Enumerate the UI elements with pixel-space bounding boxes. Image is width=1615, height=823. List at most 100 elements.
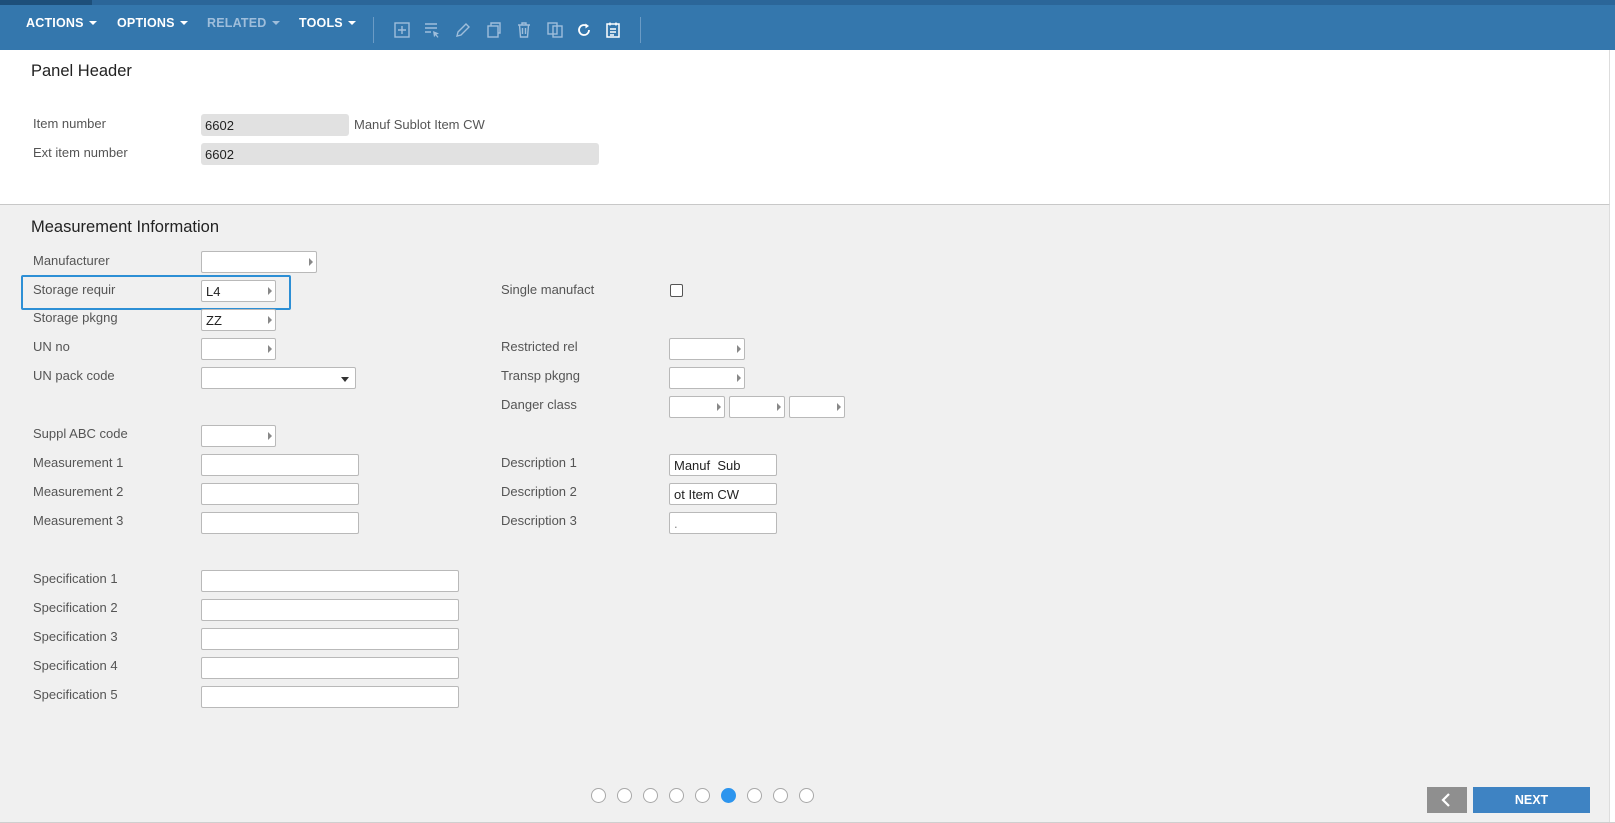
transp-pkgng-field[interactable] (669, 367, 745, 389)
description-3-label: Description 3 (501, 513, 577, 528)
related-menu[interactable]: RELATED (207, 16, 280, 36)
storage-requir-field[interactable]: L4 (201, 280, 276, 302)
description-2-label: Description 2 (501, 484, 577, 499)
chevron-right-icon[interactable] (737, 374, 741, 382)
active-tab-indicator[interactable] (0, 0, 92, 5)
chevron-down-icon[interactable] (341, 377, 349, 382)
manufacturer-field[interactable] (201, 251, 317, 273)
specification-3-label: Specification 3 (33, 629, 118, 644)
tools-menu[interactable]: TOOLS (299, 16, 356, 36)
pager-dot[interactable] (617, 788, 632, 803)
suppl-abc-code-label: Suppl ABC code (33, 426, 128, 441)
previous-button[interactable] (1427, 787, 1467, 813)
tab-strip (0, 0, 1615, 5)
specification-5-field[interactable] (201, 686, 459, 708)
pager-dot[interactable] (747, 788, 762, 803)
chevron-right-icon[interactable] (737, 345, 741, 353)
chevron-right-icon[interactable] (268, 345, 272, 353)
page: ACTIONS OPTIONS RELATED TOOLS Panel Head… (0, 0, 1615, 823)
item-number-description: Manuf Sublot Item CW (354, 117, 485, 132)
pager-dot[interactable] (669, 788, 684, 803)
single-manufact-checkbox[interactable] (670, 284, 683, 297)
ext-item-number-label: Ext item number (33, 145, 128, 160)
chevron-right-icon[interactable] (309, 258, 313, 266)
pager-dot[interactable] (773, 788, 788, 803)
pager-dot[interactable] (643, 788, 658, 803)
specification-1-field[interactable] (201, 570, 459, 592)
measurement-title: Measurement Information (31, 218, 220, 236)
manufacturer-label: Manufacturer (33, 253, 110, 268)
select-icon[interactable] (423, 21, 441, 39)
un-no-label: UN no (33, 339, 70, 354)
specification-4-label: Specification 4 (33, 658, 118, 673)
restricted-rel-field[interactable] (669, 338, 745, 360)
edit-icon[interactable] (454, 21, 472, 39)
chevron-left-icon (1441, 793, 1450, 807)
pager-dot[interactable] (799, 788, 814, 803)
chevron-right-icon[interactable] (837, 403, 841, 411)
caret-down-icon (347, 21, 356, 25)
measurement-3-field[interactable] (201, 512, 359, 534)
measurement-1-label: Measurement 1 (33, 455, 124, 470)
measurement-panel: Measurement Information Manufacturer Sto… (0, 205, 1610, 823)
restricted-rel-label: Restricted rel (501, 339, 578, 354)
storage-pkgng-label: Storage pkgng (33, 310, 118, 325)
description-1-label: Description 1 (501, 455, 577, 470)
chevron-right-icon[interactable] (268, 432, 272, 440)
tools-menu-label: TOOLS (299, 16, 343, 30)
storage-requir-value: L4 (206, 284, 221, 299)
measurement-3-label: Measurement 3 (33, 513, 124, 528)
actions-menu[interactable]: ACTIONS (26, 16, 97, 36)
specification-3-field[interactable] (201, 628, 459, 650)
description-1-field[interactable]: Manuf Sub (669, 454, 777, 476)
danger-class-field-2[interactable] (729, 396, 785, 418)
pager-dot[interactable] (721, 788, 736, 803)
item-number-field[interactable]: 6602 (201, 114, 349, 136)
suppl-abc-code-field[interactable] (201, 425, 276, 447)
measurement-2-label: Measurement 2 (33, 484, 124, 499)
description-2-field[interactable]: ot Item CW (669, 483, 777, 505)
add-icon[interactable] (393, 21, 411, 39)
specification-2-label: Specification 2 (33, 600, 118, 615)
specification-4-field[interactable] (201, 657, 459, 679)
chevron-right-icon[interactable] (268, 287, 272, 295)
delete-icon[interactable] (515, 21, 533, 39)
un-pack-code-select[interactable] (201, 367, 356, 389)
measurement-1-field[interactable] (201, 454, 359, 476)
specification-1-label: Specification 1 (33, 571, 118, 586)
next-button[interactable]: NEXT (1473, 787, 1590, 813)
panel-header: Panel Header Item number 6602 Manuf Subl… (0, 50, 1610, 205)
toolbar-separator (640, 17, 641, 43)
un-no-field[interactable] (201, 338, 276, 360)
caret-down-icon (271, 21, 280, 25)
options-menu[interactable]: OPTIONS (117, 16, 188, 36)
toolbar: ACTIONS OPTIONS RELATED TOOLS (0, 0, 1615, 50)
danger-class-field-3[interactable] (789, 396, 845, 418)
refresh-icon[interactable] (575, 21, 593, 39)
actions-menu-label: ACTIONS (26, 16, 84, 30)
duplicate-icon[interactable] (546, 21, 564, 39)
ext-item-number-field[interactable]: 6602 (201, 143, 599, 165)
description-3-field[interactable]: . (669, 512, 777, 534)
item-number-label: Item number (33, 116, 106, 131)
specification-2-field[interactable] (201, 599, 459, 621)
danger-class-field-1[interactable] (669, 396, 725, 418)
options-menu-label: OPTIONS (117, 16, 175, 30)
notes-icon[interactable] (604, 21, 622, 39)
chevron-right-icon[interactable] (268, 316, 272, 324)
pager-dot[interactable] (591, 788, 606, 803)
measurement-2-field[interactable] (201, 483, 359, 505)
single-manufact-label: Single manufact (501, 282, 595, 297)
chevron-right-icon[interactable] (777, 403, 781, 411)
caret-down-icon (179, 21, 188, 25)
pager-dot[interactable] (695, 788, 710, 803)
storage-requir-label: Storage requir (33, 282, 116, 297)
storage-pkgng-field[interactable]: ZZ (201, 309, 276, 331)
specification-5-label: Specification 5 (33, 687, 118, 702)
copy-icon[interactable] (485, 21, 503, 39)
chevron-right-icon[interactable] (717, 403, 721, 411)
transp-pkgng-label: Transp pkgng (501, 368, 581, 383)
un-pack-code-label: UN pack code (33, 368, 115, 383)
related-menu-label: RELATED (207, 16, 267, 30)
toolbar-separator (373, 17, 374, 43)
